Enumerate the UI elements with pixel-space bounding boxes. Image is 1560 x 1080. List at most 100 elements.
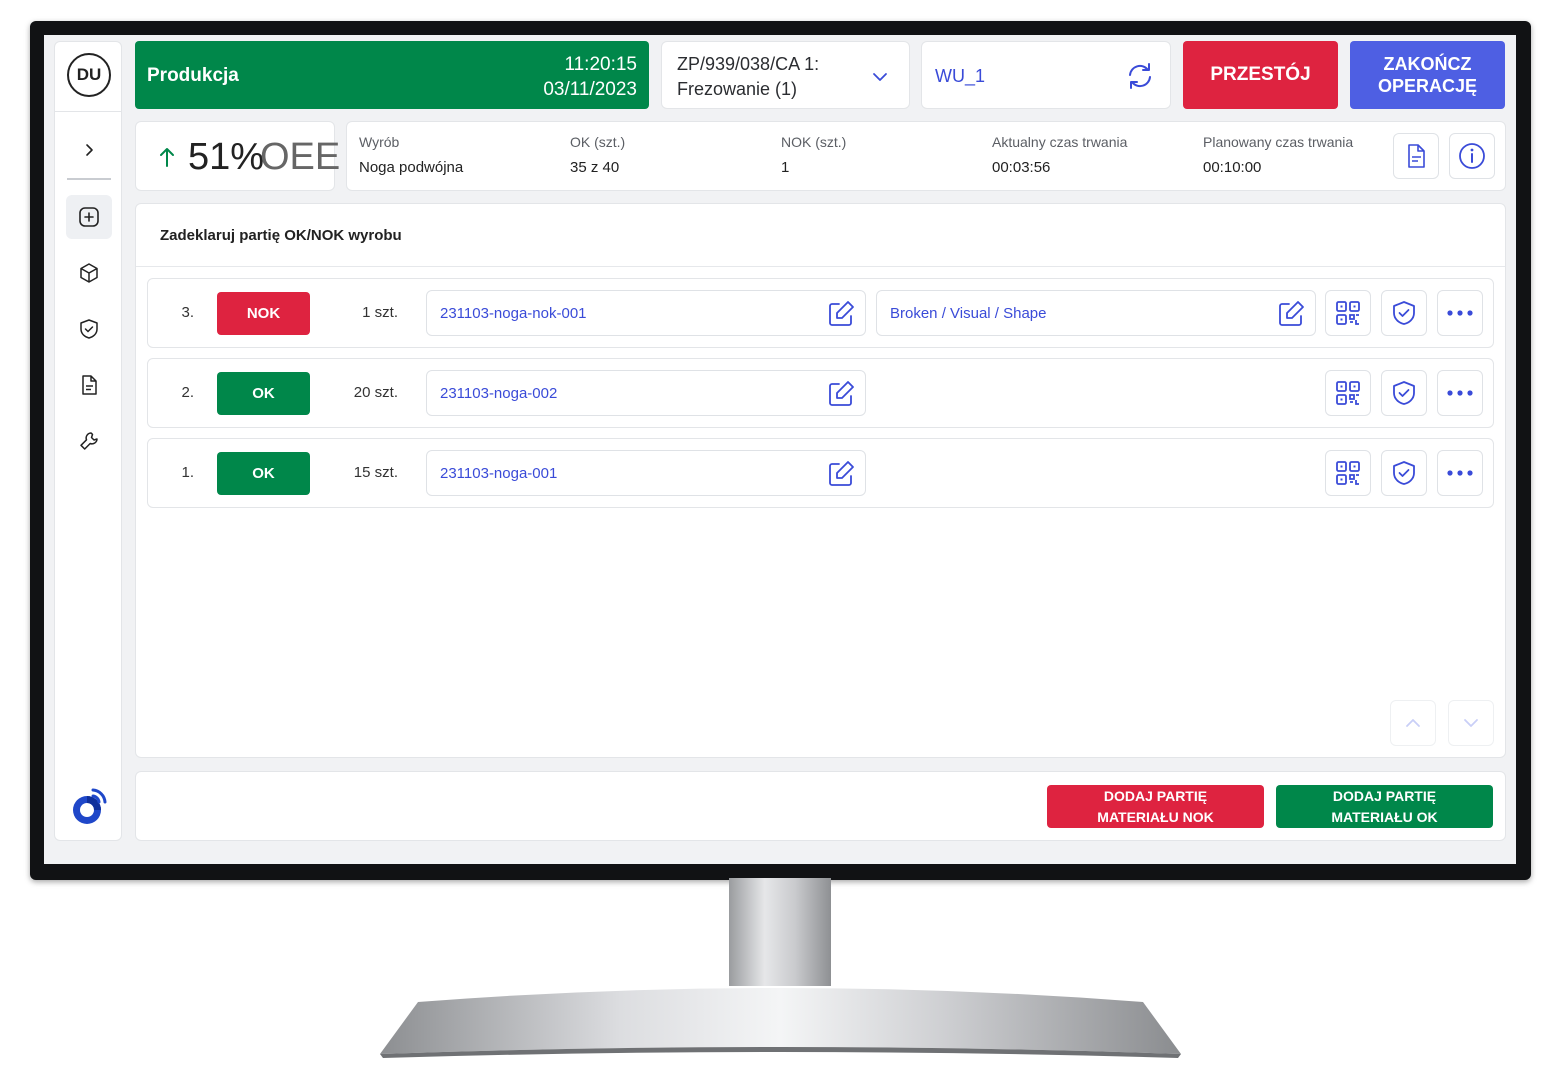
- stat-nok: NOK (szt.) 1: [781, 134, 847, 176]
- operation-name: Frezowanie (1): [677, 79, 798, 99]
- status-date: 03/11/2023: [543, 79, 637, 100]
- shield-check-icon: [1393, 301, 1415, 325]
- qr-code-icon: [1336, 461, 1360, 485]
- shield-check-icon: [1393, 381, 1415, 405]
- qr-code-button[interactable]: [1325, 450, 1371, 496]
- status-badge: NOK: [217, 292, 310, 335]
- status-time: 11:20:15: [564, 54, 637, 75]
- batch-row: 1. OK 15 szt. 231103-noga-001: [147, 438, 1494, 508]
- edit-icon[interactable]: [826, 379, 856, 409]
- monitor-frame: DU Produkcja 11:20:15 03/11/2023 ZP/939/…: [30, 21, 1531, 880]
- more-options-button[interactable]: [1437, 450, 1483, 496]
- divider: [136, 266, 1505, 267]
- more-horizontal-icon: [1447, 310, 1473, 316]
- stat-product: Wyrób Noga podwójna: [359, 134, 464, 176]
- sidebar-item-quality[interactable]: [66, 307, 112, 351]
- stat-actual-duration: Aktualny czas trwania 00:03:56: [992, 134, 1128, 176]
- downtime-button[interactable]: PRZESTÓJ: [1183, 41, 1338, 109]
- box-icon: [80, 263, 98, 283]
- app-screen: DU Produkcja 11:20:15 03/11/2023 ZP/939/…: [44, 35, 1516, 864]
- app-logo: [66, 784, 112, 828]
- batch-id-field[interactable]: 231103-noga-002: [426, 370, 866, 416]
- batch-id: 231103-noga-002: [440, 385, 558, 402]
- order-select[interactable]: ZP/939/038/CA 1: Frezowanie (1): [661, 41, 910, 109]
- plus-square-icon: [79, 207, 99, 227]
- sidebar-item-materials[interactable]: [66, 251, 112, 295]
- sidebar-divider: [67, 178, 111, 180]
- order-number: ZP/939/038/CA 1:: [677, 54, 820, 74]
- edit-icon[interactable]: [826, 459, 856, 489]
- monitor-stand-base: [380, 988, 1181, 1058]
- scroll-up-button[interactable]: [1390, 700, 1436, 746]
- batch-number: 3.: [181, 304, 194, 321]
- expand-sidebar-button[interactable]: [66, 128, 112, 172]
- oee-label: OEE: [260, 136, 341, 178]
- batch-id: 231103-noga-001: [440, 465, 558, 482]
- edit-icon[interactable]: [1276, 299, 1306, 329]
- workstation-select[interactable]: WU_1: [921, 41, 1171, 109]
- add-ok-batch-button[interactable]: DODAJ PARTIĘ MATERIAŁU OK: [1276, 785, 1493, 828]
- status-badge: OK: [217, 372, 310, 415]
- sidebar-item-documents[interactable]: [66, 363, 112, 407]
- batch-row: 3. NOK 1 szt. 231103-noga-nok-001 Broken…: [147, 278, 1494, 348]
- operation-stats: Wyrób Noga podwójna OK (szt.) 35 z 40 NOK …: [346, 121, 1506, 191]
- chevron-right-icon: [86, 144, 93, 156]
- logo-icon: [73, 788, 107, 824]
- stat-ok: OK (szt.) 35 z 40: [570, 134, 626, 176]
- refresh-icon[interactable]: [1124, 60, 1156, 92]
- status-badge: OK: [217, 452, 310, 495]
- batch-row: 2. OK 20 szt. 231103-noga-002: [147, 358, 1494, 428]
- footer-actions: DODAJ PARTIĘ MATERIAŁU NOK DODAJ PARTIĘ …: [135, 771, 1506, 841]
- more-horizontal-icon: [1447, 470, 1473, 476]
- documents-button[interactable]: [1393, 133, 1439, 179]
- quality-check-button[interactable]: [1381, 370, 1427, 416]
- batch-number: 1.: [181, 464, 194, 481]
- wrench-icon: [80, 432, 98, 450]
- document-icon: [82, 375, 97, 395]
- sidebar-divider: [55, 111, 121, 112]
- status-label: Produkcja: [147, 65, 239, 86]
- info-button[interactable]: [1449, 133, 1495, 179]
- defect-reason-field[interactable]: Broken / Visual / Shape: [876, 290, 1316, 336]
- chevron-up-icon: [1406, 719, 1420, 727]
- finish-operation-button[interactable]: ZAKOŃCZ OPERACJĘ: [1350, 41, 1505, 109]
- batch-declaration-panel: Zadeklaruj partię OK/NOK wyrobu 3. NOK 1…: [135, 203, 1506, 758]
- sidebar: DU: [54, 41, 122, 841]
- defect-reason: Broken / Visual / Shape: [890, 305, 1047, 322]
- scroll-down-button[interactable]: [1448, 700, 1494, 746]
- avatar[interactable]: DU: [67, 53, 111, 97]
- shield-check-icon: [80, 319, 98, 339]
- shield-check-icon: [1393, 461, 1415, 485]
- workstation-value: WU_1: [935, 66, 986, 86]
- add-nok-batch-button[interactable]: DODAJ PARTIĘ MATERIAŁU NOK: [1047, 785, 1264, 828]
- oee-value: 51%: [188, 136, 265, 178]
- sidebar-item-declare[interactable]: [66, 195, 112, 239]
- batch-quantity: 1 szt.: [362, 304, 398, 321]
- qr-code-button[interactable]: [1325, 290, 1371, 336]
- qr-code-icon: [1336, 381, 1360, 405]
- batch-id: 231103-noga-nok-001: [440, 305, 587, 322]
- chevron-down-icon: [873, 73, 887, 81]
- quality-check-button[interactable]: [1381, 290, 1427, 336]
- batch-id-field[interactable]: 231103-noga-nok-001: [426, 290, 866, 336]
- monitor-stand-neck: [729, 878, 831, 986]
- more-options-button[interactable]: [1437, 370, 1483, 416]
- document-icon: [1408, 144, 1425, 168]
- more-options-button[interactable]: [1437, 290, 1483, 336]
- edit-icon[interactable]: [826, 299, 856, 329]
- batch-quantity: 15 szt.: [353, 464, 398, 481]
- stat-planned-duration: Planowany czas trwania 00:10:00: [1203, 134, 1354, 176]
- oee-indicator: 51% OEE: [135, 121, 340, 191]
- chevron-down-icon: [1464, 719, 1478, 727]
- quality-check-button[interactable]: [1381, 450, 1427, 496]
- batch-id-field[interactable]: 231103-noga-001: [426, 450, 866, 496]
- qr-code-icon: [1336, 301, 1360, 325]
- qr-code-button[interactable]: [1325, 370, 1371, 416]
- sidebar-item-maintenance[interactable]: [66, 419, 112, 463]
- more-horizontal-icon: [1447, 390, 1473, 396]
- panel-title: Zadeklaruj partię OK/NOK wyrobu: [160, 227, 402, 244]
- batch-number: 2.: [181, 384, 194, 401]
- info-icon: [1459, 143, 1485, 169]
- arrow-up-icon: [160, 148, 174, 167]
- batch-quantity: 20 szt.: [353, 384, 398, 401]
